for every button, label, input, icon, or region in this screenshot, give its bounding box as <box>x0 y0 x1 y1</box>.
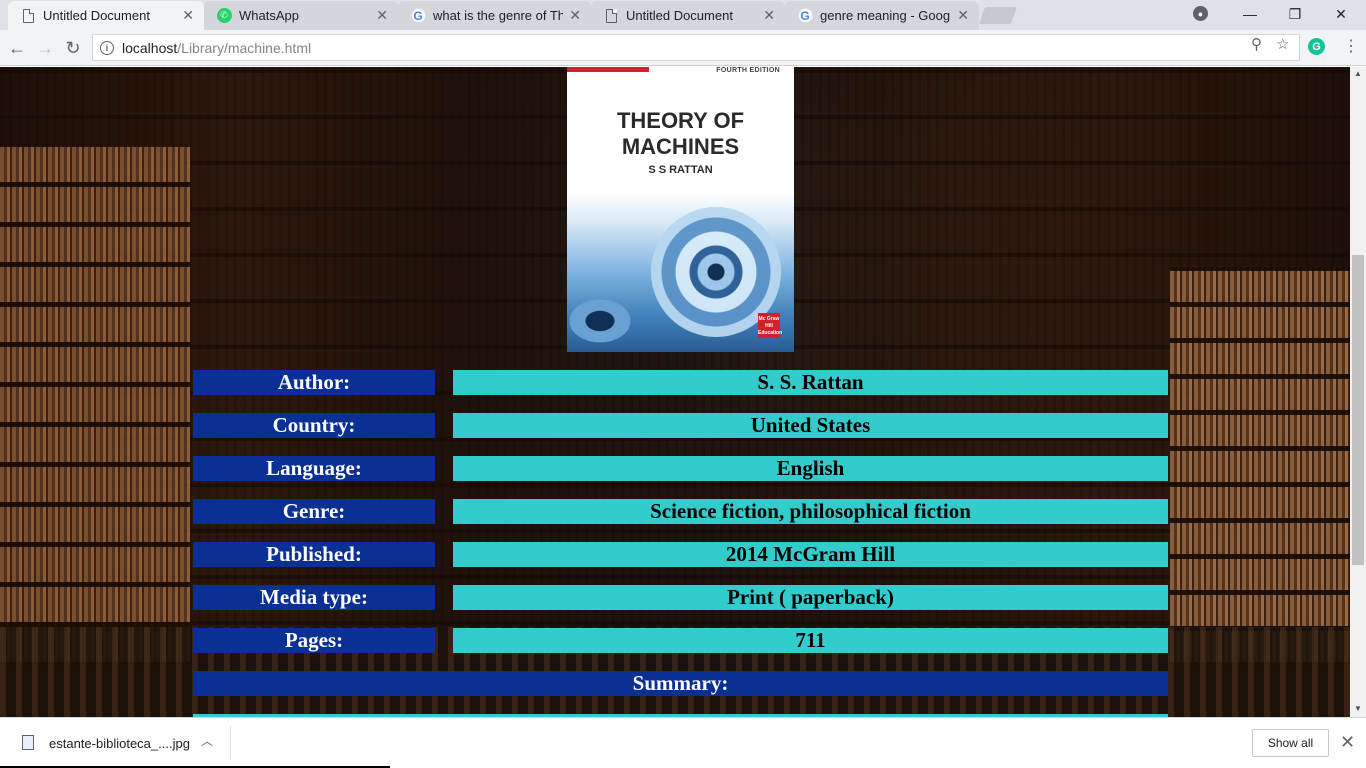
profile-icon[interactable]: ● <box>1193 6 1208 21</box>
tab-title: genre meaning - Google <box>820 8 952 23</box>
tab-strip: Untitled Document ✕ ✆ WhatsApp ✕ G what … <box>0 0 1366 30</box>
scrollbar-thumb[interactable] <box>1352 255 1364 565</box>
close-tab-icon[interactable]: ✕ <box>957 7 969 24</box>
page-scrollbar[interactable]: ▲ ▼ <box>1350 67 1366 717</box>
chevron-up-icon[interactable]: ︿ <box>201 732 213 749</box>
scroll-up-arrow-icon[interactable]: ▲ <box>1350 67 1366 81</box>
whatsapp-icon: ✆ <box>216 8 232 24</box>
download-separator <box>230 726 231 760</box>
close-window-button[interactable]: ✕ <box>1318 0 1364 28</box>
google-icon: G <box>797 8 813 24</box>
document-icon <box>20 8 36 24</box>
tab-title: what is the genre of Theo <box>433 8 564 23</box>
bookshelf-left <box>0 147 190 667</box>
bookmark-star-icon[interactable]: ☆ <box>1276 35 1289 53</box>
info-icon[interactable]: i <box>100 40 114 55</box>
info-row-media-type: Media type: Print ( paperback) <box>193 585 1168 610</box>
row-value: S. S. Rattan <box>453 370 1168 395</box>
row-value: English <box>453 456 1168 481</box>
address-bar[interactable]: i localhost/Library/machine.html <box>92 34 1300 61</box>
browser-toolbar: ← → ↻ i localhost/Library/machine.html ⚲… <box>0 30 1366 66</box>
cover-title-line2: MACHINES <box>621 134 740 159</box>
row-value: 711 <box>453 628 1168 653</box>
book-cover-image: FOURTH EDITION THEORY OF MACHINES S S RA… <box>567 67 794 352</box>
close-tab-icon[interactable]: ✕ <box>376 7 388 24</box>
show-all-button[interactable]: Show all <box>1252 729 1329 757</box>
cover-title: THEORY OF MACHINES <box>567 108 794 160</box>
download-file-name[interactable]: estante-biblioteca_....jpg <box>49 736 190 751</box>
info-row-published: Published: 2014 McGram Hill <box>193 542 1168 567</box>
grammarly-extension-icon[interactable]: G <box>1308 38 1325 55</box>
info-row-author: Author: S. S. Rattan <box>193 370 1168 395</box>
tab-title: WhatsApp <box>239 8 299 23</box>
google-icon: G <box>410 8 426 24</box>
row-value: Print ( paperback) <box>453 585 1168 610</box>
forward-arrow-icon[interactable]: → <box>33 36 57 60</box>
info-row-genre: Genre: Science fiction, philosophical fi… <box>193 499 1168 524</box>
tab-title: Untitled Document <box>43 8 150 23</box>
row-value: United States <box>453 413 1168 438</box>
bookshelf-right <box>1170 267 1350 667</box>
tab-untitled-document-2[interactable]: Untitled Document ✕ <box>591 1 785 30</box>
row-label: Language: <box>193 456 435 481</box>
close-tab-icon[interactable]: ✕ <box>182 7 194 24</box>
zoom-search-icon[interactable]: ⚲ <box>1251 35 1262 53</box>
scroll-down-arrow-icon[interactable]: ▼ <box>1350 702 1366 716</box>
tab-title: Untitled Document <box>626 8 733 23</box>
restore-button[interactable]: ❐ <box>1272 0 1318 28</box>
summary-label: Summary: <box>193 671 1168 696</box>
gear-illustration-secondary <box>567 267 677 352</box>
back-arrow-icon[interactable]: ← <box>5 36 29 60</box>
row-value: 2014 McGram Hill <box>453 542 1168 567</box>
tab-genre-search[interactable]: G what is the genre of Theo ✕ <box>398 1 591 30</box>
row-label: Genre: <box>193 499 435 524</box>
close-icon[interactable]: ✕ <box>1340 732 1355 753</box>
close-tab-icon[interactable]: ✕ <box>569 7 581 24</box>
cover-edition: FOURTH EDITION <box>716 67 780 74</box>
row-label: Pages: <box>193 628 435 653</box>
row-label: Author: <box>193 370 435 395</box>
row-label: Media type: <box>193 585 435 610</box>
new-tab-button[interactable] <box>978 7 1018 24</box>
cover-red-band <box>567 67 649 72</box>
document-icon <box>603 8 619 24</box>
minimize-button[interactable]: — <box>1227 0 1273 28</box>
info-row-country: Country: United States <box>193 413 1168 438</box>
tab-untitled-document[interactable]: Untitled Document ✕ <box>8 1 204 30</box>
publisher-logo: Mc Graw Hill Education <box>758 313 782 338</box>
row-label: Country: <box>193 413 435 438</box>
row-value: Science fiction, philosophical fiction <box>453 499 1168 524</box>
url-host: localhost <box>122 39 178 56</box>
image-file-icon <box>22 735 34 750</box>
info-row-pages: Pages: 711 <box>193 628 1168 653</box>
tab-genre-meaning[interactable]: G genre meaning - Google ✕ <box>785 1 979 30</box>
url-path: /Library/machine.html <box>177 39 312 56</box>
info-row-language: Language: English <box>193 456 1168 481</box>
row-label: Published: <box>193 542 435 567</box>
menu-dots-icon[interactable]: ⋮ <box>1343 38 1359 56</box>
download-shelf: estante-biblioteca_....jpg ︿ Show all ✕ <box>0 717 1366 768</box>
close-tab-icon[interactable]: ✕ <box>763 7 775 24</box>
tab-whatsapp[interactable]: ✆ WhatsApp ✕ <box>204 1 398 30</box>
cover-author: S S RATTAN <box>648 164 713 176</box>
cover-title-line1: THEORY OF <box>616 108 745 133</box>
reload-icon[interactable]: ↻ <box>61 36 85 60</box>
